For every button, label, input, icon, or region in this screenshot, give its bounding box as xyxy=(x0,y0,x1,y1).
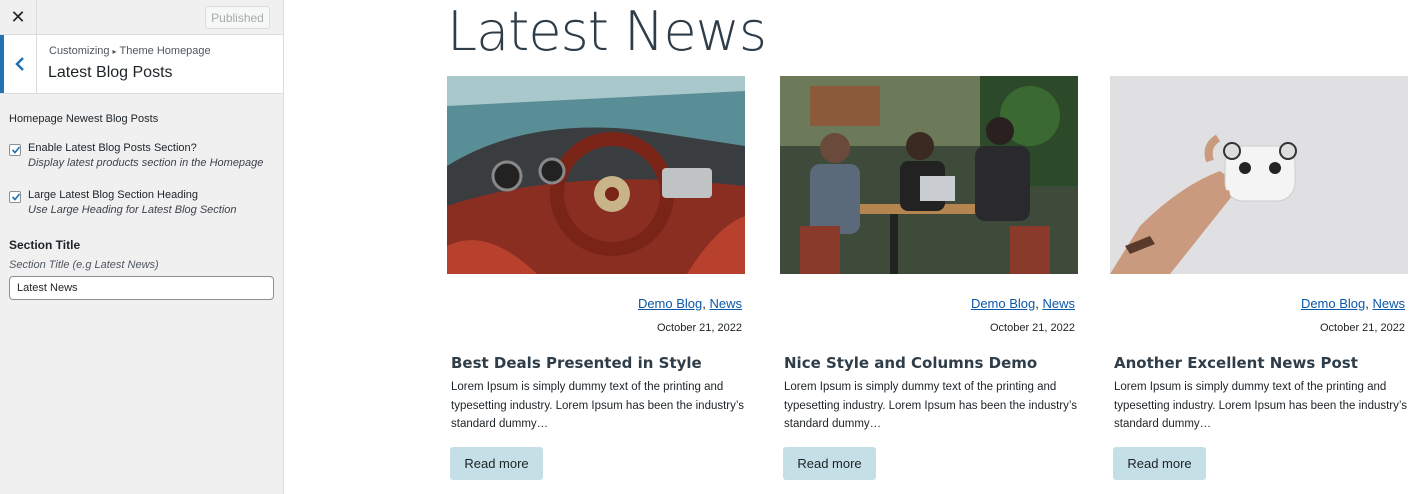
category-link[interactable]: News xyxy=(709,296,742,311)
post-card: Demo Blog, News October 21, 2022 Nice St… xyxy=(780,76,1078,480)
section-title-input[interactable] xyxy=(9,276,274,300)
hand-holding-drone-photo[interactable] xyxy=(1110,76,1408,274)
enable-latest-posts-checkbox[interactable] xyxy=(9,144,21,156)
close-icon[interactable]: ✕ xyxy=(0,0,37,35)
category-link[interactable]: News xyxy=(1372,296,1405,311)
category-link[interactable]: Demo Blog xyxy=(638,296,702,311)
checkbox-description: Use Large Heading for Latest Blog Sectio… xyxy=(28,204,237,216)
post-card: Demo Blog, News October 21, 2022 Another… xyxy=(1110,76,1408,480)
breadcrumb-separator: ▸ xyxy=(112,47,117,56)
checkbox-label[interactable]: Large Latest Blog Section Heading xyxy=(28,189,237,201)
customizer-header: ✕ Published xyxy=(0,0,283,35)
post-title[interactable]: Best Deals Presented in Style xyxy=(447,354,745,372)
people-at-cafe-table-photo[interactable] xyxy=(780,76,1078,274)
post-categories: Demo Blog, News xyxy=(970,296,1075,311)
section-title-field-label: Section Title xyxy=(9,238,81,252)
breadcrumb-root: Customizing xyxy=(49,45,110,57)
post-date: October 21, 2022 xyxy=(656,322,742,334)
checkbox-description: Display latest products section in the H… xyxy=(28,157,264,169)
breadcrumb: Customizing ▸ Theme Homepage xyxy=(49,45,211,57)
red-car-interior-photo[interactable] xyxy=(447,76,745,274)
breadcrumb-parent: Theme Homepage xyxy=(119,45,211,57)
post-categories: Demo Blog, News xyxy=(1300,296,1405,311)
chevron-left-icon xyxy=(15,57,24,71)
enable-latest-posts-control: Enable Latest Blog Posts Section? Displa… xyxy=(9,142,274,169)
back-button[interactable] xyxy=(0,35,37,93)
checkmark-icon xyxy=(11,193,21,201)
site-preview: Latest News Demo Blog, News October 21, … xyxy=(285,0,1421,494)
publish-button[interactable]: Published xyxy=(205,6,270,29)
section-title: Latest Blog Posts xyxy=(48,64,173,81)
read-more-button[interactable]: Read more xyxy=(450,446,543,480)
post-date: October 21, 2022 xyxy=(1319,322,1405,334)
large-heading-checkbox[interactable] xyxy=(9,191,21,203)
section-title-field-description: Section Title (e.g Latest News) xyxy=(9,259,159,271)
read-more-button[interactable]: Read more xyxy=(1113,446,1206,480)
checkbox-label[interactable]: Enable Latest Blog Posts Section? xyxy=(28,142,263,154)
section-controls: Homepage Newest Blog Posts Enable Latest… xyxy=(0,113,283,300)
category-link[interactable]: Demo Blog xyxy=(1301,296,1365,311)
post-categories: Demo Blog, News xyxy=(637,296,742,311)
customizer-sidebar: ✕ Published Customizing ▸ Theme Homepage L… xyxy=(0,0,284,494)
checkmark-icon xyxy=(11,146,21,154)
large-heading-control: Large Latest Blog Section Heading Use La… xyxy=(9,189,274,216)
post-date: October 21, 2022 xyxy=(989,322,1075,334)
latest-news-heading: Latest News xyxy=(447,0,767,63)
control-group-label: Homepage Newest Blog Posts xyxy=(9,113,159,125)
post-excerpt: Lorem Ipsum is simply dummy text of the … xyxy=(1114,381,1407,430)
category-link[interactable]: Demo Blog xyxy=(971,296,1035,311)
post-title[interactable]: Nice Style and Columns Demo xyxy=(780,354,1078,372)
post-excerpt: Lorem Ipsum is simply dummy text of the … xyxy=(784,381,1077,430)
category-link[interactable]: News xyxy=(1042,296,1075,311)
section-header: Customizing ▸ Theme Homepage Latest Blog P… xyxy=(0,35,283,94)
post-excerpt: Lorem Ipsum is simply dummy text of the … xyxy=(451,381,744,430)
read-more-button[interactable]: Read more xyxy=(783,446,876,480)
post-title[interactable]: Another Excellent News Post xyxy=(1110,354,1408,372)
post-card: Demo Blog, News October 21, 2022 Best De… xyxy=(447,76,745,480)
